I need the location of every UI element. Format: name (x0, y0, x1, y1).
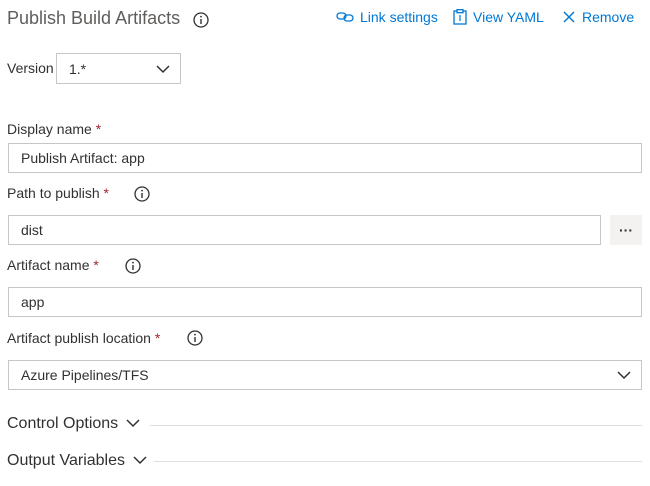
publish-location-select[interactable]: Azure Pipelines/TFS (8, 360, 642, 390)
more-icon: ··· (619, 222, 633, 238)
info-icon[interactable] (192, 11, 210, 29)
section-divider (150, 425, 642, 426)
artifact-name-label: Artifact name * (7, 257, 99, 273)
page-title: Publish Build Artifacts (7, 8, 181, 28)
required-marker: * (154, 330, 161, 346)
version-select[interactable]: 1.* (56, 53, 181, 84)
path-to-publish-label: Path to publish * (7, 185, 109, 201)
display-name-value: Publish Artifact: app (21, 150, 145, 166)
info-icon[interactable] (124, 257, 142, 275)
link-icon (336, 10, 354, 24)
version-value: 1.* (69, 60, 87, 77)
info-icon[interactable] (133, 185, 151, 203)
output-variables-toggle[interactable]: Output Variables (7, 452, 147, 470)
chevron-down-icon (126, 415, 140, 433)
version-label: Version (7, 60, 54, 76)
required-marker: * (103, 185, 109, 201)
browse-button[interactable]: ··· (610, 215, 642, 245)
link-settings-button[interactable]: Link settings (336, 9, 438, 25)
remove-label: Remove (582, 9, 635, 25)
output-variables-label: Output Variables (7, 452, 125, 469)
publish-location-value: Azure Pipelines/TFS (21, 367, 149, 383)
view-yaml-button[interactable]: View YAML (453, 9, 544, 25)
required-marker: * (95, 121, 102, 137)
remove-button[interactable]: Remove (562, 9, 634, 25)
path-to-publish-input[interactable]: dist (8, 215, 601, 245)
info-icon[interactable] (186, 329, 204, 347)
view-yaml-label: View YAML (473, 9, 544, 25)
display-name-input[interactable]: Publish Artifact: app (8, 143, 642, 173)
section-divider (154, 461, 642, 462)
chevron-down-icon (617, 367, 631, 383)
link-settings-label: Link settings (360, 9, 438, 25)
close-icon (562, 10, 576, 24)
control-options-toggle[interactable]: Control Options (7, 415, 140, 433)
publish-location-label: Artifact publish location * (7, 330, 161, 346)
path-to-publish-value: dist (21, 222, 43, 238)
chevron-down-icon (156, 61, 170, 77)
control-options-label: Control Options (7, 415, 119, 432)
clipboard-icon (453, 9, 467, 25)
artifact-name-input[interactable]: app (8, 287, 642, 317)
artifact-name-value: app (21, 294, 45, 310)
chevron-down-icon (133, 452, 147, 470)
display-name-label: Display name * (7, 121, 102, 137)
required-marker: * (93, 257, 99, 273)
